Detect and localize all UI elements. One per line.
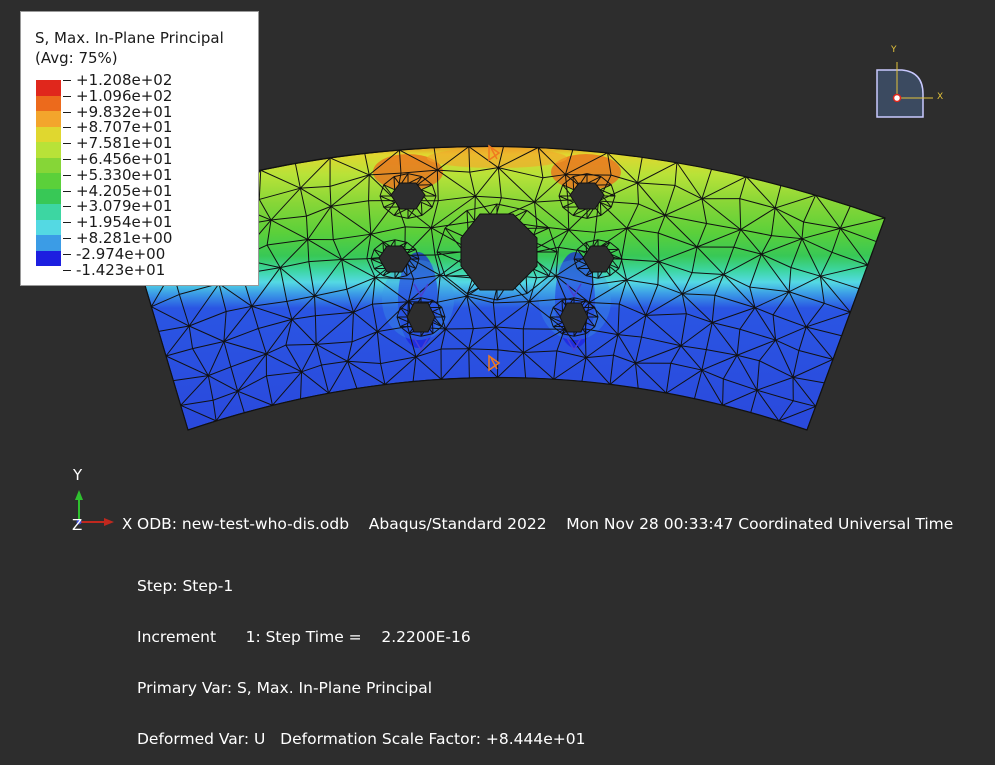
view-cube-x-label: X (937, 92, 943, 102)
legend-swatch (36, 158, 61, 174)
legend-label: +1.954e+01 (63, 214, 172, 230)
mesh-edge (565, 175, 611, 176)
legend-swatch (36, 142, 61, 158)
legend-label: -1.423e+01 (63, 262, 165, 278)
legend-label: +1.096e+02 (63, 88, 172, 104)
odb-info-line: ODB: new-test-who-dis.odb Abaqus/Standar… (137, 516, 953, 533)
triad-z-label: Z (72, 516, 82, 534)
legend-swatch (36, 235, 61, 251)
legend-swatch (36, 111, 61, 127)
triad-x-label: X (122, 515, 132, 533)
legend-swatch (36, 251, 61, 267)
legend-swatch (36, 220, 61, 236)
legend-swatch (36, 204, 61, 220)
mesh-edge (600, 202, 601, 215)
legend-swatch (36, 173, 61, 189)
legend-label: +5.330e+01 (63, 167, 172, 183)
view-cube-y-label: Y (891, 45, 897, 55)
legend-swatch (36, 127, 61, 143)
legend-label: +6.456e+01 (63, 151, 172, 167)
legend-label: +9.832e+01 (63, 104, 172, 120)
view-cube[interactable] (877, 62, 933, 117)
legend-swatch (36, 189, 61, 205)
triad-y-label: Y (73, 466, 82, 484)
legend-label: +7.581e+01 (63, 135, 172, 151)
mesh-edge (658, 233, 659, 262)
primary-var-info-line: Primary Var: S, Max. In-Plane Principal (137, 680, 953, 697)
legend-swatch (36, 80, 61, 96)
mesh-edge (394, 177, 395, 190)
viewport-info-block: ODB: new-test-who-dis.odb Abaqus/Standar… (137, 482, 953, 765)
legend-swatch (36, 96, 61, 112)
mesh-edge (432, 322, 433, 333)
legend-subtitle: (Avg: 75%) (35, 49, 118, 67)
mesh-edge (469, 349, 470, 378)
mesh-edge (562, 300, 563, 311)
mesh-edge (409, 300, 410, 311)
legend-label: +3.079e+01 (63, 198, 172, 214)
mesh-edge (585, 322, 586, 333)
step-info-line: Step: Step-1 (137, 578, 953, 595)
legend-label: -2.974e+00 (63, 246, 165, 262)
mesh-edge (369, 175, 370, 201)
legend-label: +1.208e+02 (63, 72, 172, 88)
mesh-edge (573, 177, 574, 190)
contour-legend[interactable]: S, Max. In-Plane Principal (Avg: 75%) +1… (20, 11, 259, 286)
legend-title: S, Max. In-Plane Principal (35, 29, 224, 47)
mesh-edge (406, 264, 407, 275)
legend-label: +4.205e+01 (63, 183, 172, 199)
legend-color-bar (36, 80, 61, 266)
legend-label: +8.281e+00 (63, 230, 172, 246)
increment-info-line: Increment 1: Step Time = 2.2200E-16 (137, 629, 953, 646)
legend-label: +8.707e+01 (63, 119, 172, 135)
deformed-var-info-line: Deformed Var: U Deformation Scale Factor… (137, 731, 953, 748)
mesh-edge (421, 202, 422, 215)
view-cube-origin-icon (894, 95, 901, 102)
